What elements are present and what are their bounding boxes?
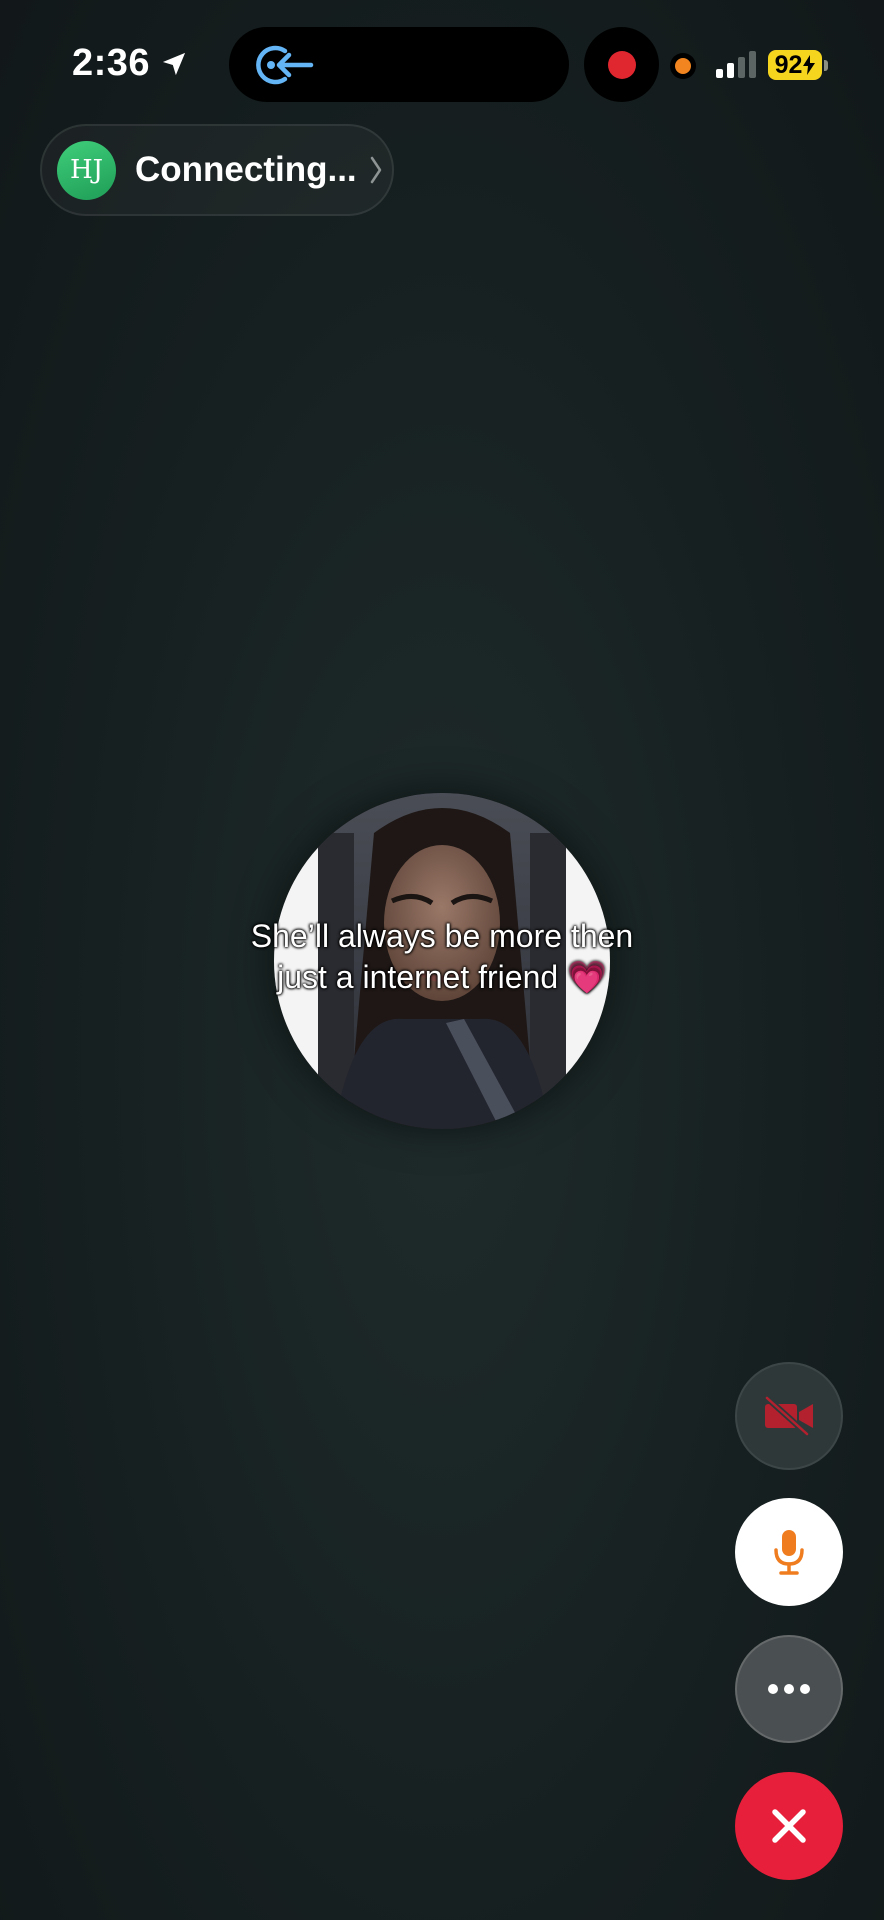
cellular-signal-icon (716, 50, 756, 78)
battery-indicator: 92 (768, 50, 828, 80)
dynamic-island[interactable] (229, 27, 569, 102)
record-dot-icon (607, 50, 636, 79)
microphone-in-use-indicator (675, 58, 691, 74)
caption-line-2-text: just a internet friend (277, 959, 559, 995)
battery-level: 92 (774, 50, 803, 79)
end-call-button[interactable] (735, 1772, 843, 1880)
avatar: HJ (57, 140, 116, 200)
microphone-button[interactable] (735, 1498, 843, 1606)
call-status-text: Connecting... (135, 150, 357, 189)
video-toggle-button[interactable] (735, 1362, 843, 1470)
photo-caption: She’ll always be more then just a intern… (192, 916, 692, 998)
close-icon (771, 1808, 807, 1844)
microphone-icon (772, 1528, 806, 1576)
video-off-icon (763, 1396, 815, 1436)
status-time: 2:36 (72, 42, 188, 85)
screen-recording-indicator[interactable] (584, 27, 659, 102)
charging-bolt-icon (803, 55, 816, 75)
heart-emoji: 💗 (567, 959, 607, 995)
location-arrow-icon (160, 50, 188, 78)
chevron-right-icon (369, 155, 383, 185)
call-return-icon (249, 43, 315, 92)
caption-line-1: She’ll always be more then (250, 918, 634, 954)
caption-line-2: just a internet friend 💗 (192, 957, 692, 998)
status-time-text: 2:36 (72, 42, 151, 84)
call-status-pill[interactable]: HJ Connecting... (40, 124, 394, 216)
more-icon (767, 1683, 811, 1695)
more-options-button[interactable] (735, 1635, 843, 1743)
